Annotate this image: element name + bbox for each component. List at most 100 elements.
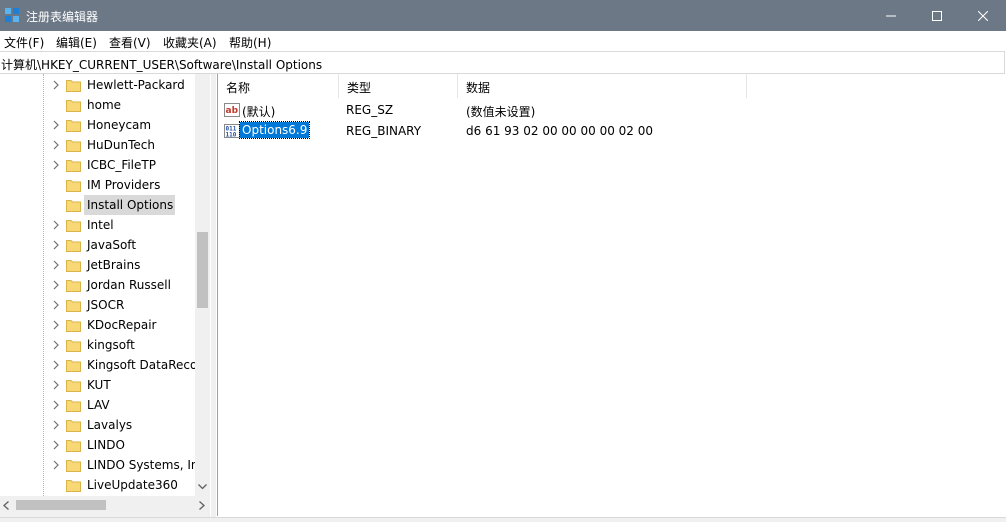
tree-item[interactable]: LAV — [0, 395, 195, 415]
column-header-data[interactable]: 数据 — [458, 74, 747, 98]
folder-icon — [66, 120, 81, 132]
string-value-icon: ab — [224, 103, 240, 117]
pane-splitter[interactable] — [211, 74, 216, 518]
chevron-right-icon[interactable] — [52, 420, 60, 430]
menu-help[interactable]: 帮助(H) — [229, 34, 271, 51]
tree-item[interactable]: KDocRepair — [0, 315, 195, 335]
chevron-right-icon[interactable] — [52, 340, 60, 350]
tree-item-label: Jordan Russell — [87, 278, 171, 292]
tree-item[interactable]: JSOCR — [0, 295, 195, 315]
folder-icon — [66, 420, 81, 432]
scroll-down-icon[interactable] — [198, 484, 207, 490]
tree-item[interactable]: Lavalys — [0, 415, 195, 435]
tree-item-label: Hewlett-Packard — [87, 78, 185, 92]
folder-icon — [66, 400, 81, 412]
tree-item[interactable]: LINDO Systems, In — [0, 455, 199, 475]
tree-item[interactable]: IM Providers — [0, 175, 195, 195]
value-row[interactable]: ab (默认) REG_SZ (数值未设置) — [218, 100, 1005, 120]
tree-item[interactable]: Honeycam — [0, 115, 195, 135]
folder-icon — [66, 480, 81, 492]
tree-item-label: Honeycam — [87, 118, 152, 132]
menu-favorites[interactable]: 收藏夹(A) — [163, 34, 217, 51]
column-name-label: 名称 — [226, 81, 251, 95]
folder-icon — [66, 300, 81, 312]
tree-item[interactable]: HuDunTech — [0, 135, 195, 155]
folder-icon — [66, 240, 81, 252]
tree-item[interactable]: kingsoft — [0, 335, 195, 355]
folder-icon — [66, 460, 81, 472]
tree-scroll-thumb[interactable] — [197, 232, 208, 308]
tree-item[interactable]: Install Options — [0, 195, 195, 215]
minimize-button[interactable] — [868, 0, 914, 31]
close-button[interactable] — [960, 0, 1006, 31]
chevron-right-icon[interactable] — [52, 460, 60, 470]
chevron-right-icon[interactable] — [52, 240, 60, 250]
tree-item[interactable]: Intel — [0, 215, 195, 235]
tree-item-label: ICBC_FileTP — [87, 158, 156, 172]
chevron-right-icon[interactable] — [52, 400, 60, 410]
minimize-icon — [886, 15, 896, 16]
column-header-name[interactable]: 名称 — [218, 74, 339, 98]
tree-item[interactable]: Hewlett-Packard — [0, 75, 195, 95]
address-path[interactable]: 计算机\HKEY_CURRENT_USER\Software\Install O… — [1, 56, 322, 73]
chevron-right-icon[interactable] — [52, 140, 60, 150]
address-bar[interactable]: 计算机\HKEY_CURRENT_USER\Software\Install O… — [0, 51, 1005, 74]
tree-hscroll-thumb[interactable] — [16, 500, 106, 510]
chevron-right-icon[interactable] — [52, 280, 60, 290]
tree-item[interactable]: home — [0, 95, 195, 115]
value-type: REG_SZ — [346, 103, 394, 117]
tree-item-label: LAV — [87, 398, 110, 412]
maximize-button[interactable] — [914, 0, 960, 31]
scroll-right-icon[interactable] — [199, 501, 205, 510]
tree-item-label: JetBrains — [87, 258, 141, 272]
key-tree[interactable]: Hewlett-Packard home Honeycam HuDunTech ICBC… — [0, 74, 210, 496]
tree-item[interactable]: LiveUpdate360 — [0, 475, 195, 495]
tree-item[interactable]: ICBC_FileTP — [0, 155, 195, 175]
tree-item-label: LINDO Systems, In — [87, 458, 199, 472]
chevron-right-icon[interactable] — [52, 440, 60, 450]
tree-item-label: Lavalys — [87, 418, 133, 432]
value-name[interactable]: (默认) — [242, 103, 275, 120]
tree-item[interactable]: LINDO — [0, 435, 195, 455]
tree-horizontal-scrollbar[interactable] — [0, 496, 210, 517]
tree-item[interactable]: KUT — [0, 375, 195, 395]
column-header-type[interactable]: 类型 — [339, 74, 458, 98]
folder-icon — [66, 280, 81, 292]
tree-item-label: KUT — [87, 378, 111, 392]
tree-item-label: home — [87, 98, 122, 112]
menu-file[interactable]: 文件(F) — [4, 34, 44, 51]
menu-view[interactable]: 查看(V) — [109, 34, 151, 51]
value-data: (数值未设置) — [466, 105, 536, 119]
value-row[interactable]: 011 110 Options6.9 REG_BINARY d6 61 93 0… — [218, 121, 1005, 141]
folder-icon — [66, 160, 81, 172]
chevron-right-icon[interactable] — [52, 360, 60, 370]
value-name-selected[interactable]: Options6.9 — [238, 121, 311, 139]
tree-item-label: Kingsoft DataReco — [87, 358, 198, 372]
tree-item-label: HuDunTech — [87, 138, 155, 152]
folder-icon — [66, 220, 81, 232]
chevron-right-icon[interactable] — [52, 380, 60, 390]
folder-icon — [66, 380, 81, 392]
value-list[interactable]: 名称 类型 数据 ab (默认) REG_SZ (数值未设置) 011 110 … — [217, 74, 1005, 516]
chevron-right-icon[interactable] — [52, 300, 60, 310]
chevron-right-icon[interactable] — [52, 320, 60, 330]
folder-icon — [66, 180, 81, 192]
menu-edit[interactable]: 编辑(E) — [56, 34, 97, 51]
binary-value-icon: 011 110 — [224, 124, 240, 139]
chevron-right-icon[interactable] — [52, 160, 60, 170]
chevron-right-icon[interactable] — [52, 80, 60, 90]
tree-vertical-scrollbar[interactable] — [195, 74, 210, 496]
tree-item[interactable]: JetBrains — [0, 255, 195, 275]
chevron-right-icon[interactable] — [52, 220, 60, 230]
title-bar: 注册表编辑器 — [0, 0, 1006, 31]
folder-icon — [66, 440, 81, 452]
regedit-app-icon — [5, 8, 19, 22]
chevron-right-icon[interactable] — [52, 260, 60, 270]
scroll-left-icon[interactable] — [3, 501, 9, 510]
tree-item[interactable]: Kingsoft DataReco — [0, 355, 198, 375]
chevron-right-icon[interactable] — [52, 120, 60, 130]
tree-item[interactable]: Jordan Russell — [0, 275, 195, 295]
value-type: REG_BINARY — [346, 124, 422, 138]
tree-item[interactable]: JavaSoft — [0, 235, 195, 255]
folder-icon — [66, 200, 81, 212]
